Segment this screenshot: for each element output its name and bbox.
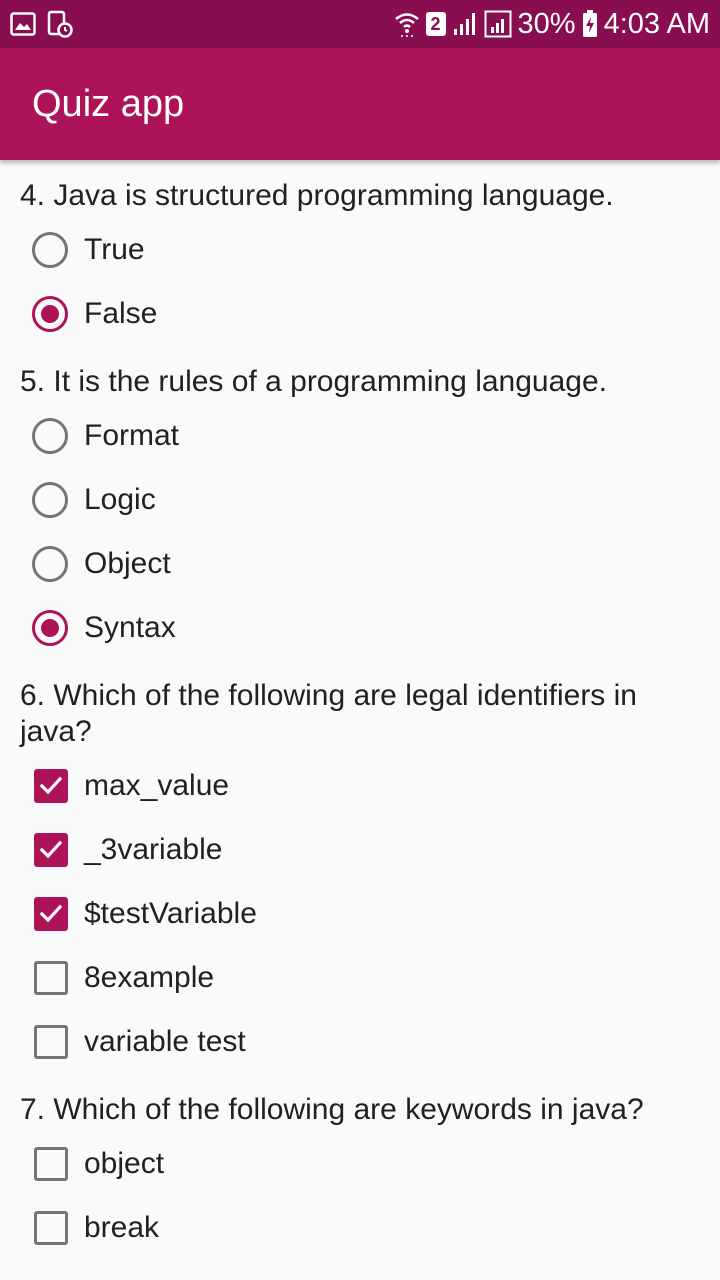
question-text: 5. It is the rules of a programming lang… [20, 365, 607, 398]
radio-button[interactable] [32, 546, 68, 582]
signal-icon [452, 11, 478, 37]
option-label: False [84, 297, 158, 330]
option-label: variable test [84, 1025, 246, 1058]
question-block: 4. Java is structured programming langua… [20, 178, 700, 346]
radio-button[interactable] [32, 482, 68, 518]
radio-button[interactable] [32, 296, 68, 332]
radio-dot [41, 305, 59, 323]
option-label: Logic [84, 483, 156, 516]
radio-option[interactable]: Syntax [20, 596, 700, 660]
option-label: Syntax [84, 611, 176, 644]
checkbox[interactable] [34, 769, 68, 803]
option-label: Format [84, 419, 180, 452]
radio-dot [41, 619, 59, 637]
radio-option[interactable]: Format [20, 404, 700, 468]
gallery-icon [10, 12, 36, 36]
signal-box-icon [484, 10, 512, 38]
checkbox-option[interactable]: _3variable [20, 818, 700, 882]
question-block: 5. It is the rules of a programming lang… [20, 364, 700, 660]
checkmark-icon [39, 904, 63, 923]
app-title: Quiz app [32, 82, 185, 125]
question-text: 7. Which of the following are keywords i… [20, 1093, 644, 1126]
radio-button[interactable] [32, 610, 68, 646]
checkbox[interactable] [34, 1147, 68, 1181]
question-block: 7. Which of the following are keywords i… [20, 1092, 700, 1260]
radio-button[interactable] [32, 232, 68, 268]
radio-option[interactable]: Object [20, 532, 700, 596]
clock: 4:03 AM [603, 7, 710, 40]
checkmark-icon [39, 840, 63, 859]
option-label: _3variable [84, 833, 223, 866]
app-bar: Quiz app [0, 48, 720, 160]
checkbox-option[interactable]: break [20, 1196, 700, 1260]
checkmark-icon [39, 776, 63, 795]
option-label: 8example [84, 961, 215, 994]
option-label: break [84, 1211, 160, 1244]
battery-percent: 30% [517, 7, 576, 40]
radio-option[interactable]: True [20, 218, 700, 282]
checkbox-option[interactable]: max_value [20, 754, 700, 818]
radio-option[interactable]: False [20, 282, 700, 346]
question-text: 4. Java is structured programming langua… [20, 179, 614, 212]
option-label: object [84, 1147, 165, 1180]
sim-badge: 2 [425, 12, 446, 36]
screen-timer-icon [46, 10, 74, 38]
checkbox[interactable] [34, 1025, 68, 1059]
question-text: 6. Which of the following are legal iden… [20, 679, 637, 748]
checkbox[interactable] [34, 1211, 68, 1245]
quiz-content: 4. Java is structured programming langua… [0, 160, 720, 1260]
status-bar: 2 30% 4:03 AM [0, 0, 720, 48]
option-label: True [84, 233, 145, 266]
checkbox[interactable] [34, 897, 68, 931]
battery-charging-icon [582, 10, 598, 38]
checkbox[interactable] [34, 961, 68, 995]
checkbox-option[interactable]: variable test [20, 1010, 700, 1074]
checkbox[interactable] [34, 833, 68, 867]
radio-button[interactable] [32, 418, 68, 454]
checkbox-option[interactable]: 8example [20, 946, 700, 1010]
question-block: 6. Which of the following are legal iden… [20, 678, 700, 1074]
option-label: max_value [84, 769, 230, 802]
checkbox-option[interactable]: object [20, 1132, 700, 1196]
checkbox-option[interactable]: $testVariable [20, 882, 700, 946]
option-label: $testVariable [84, 897, 257, 930]
option-label: Object [84, 547, 171, 580]
radio-option[interactable]: Logic [20, 468, 700, 532]
wifi-icon [394, 10, 420, 38]
